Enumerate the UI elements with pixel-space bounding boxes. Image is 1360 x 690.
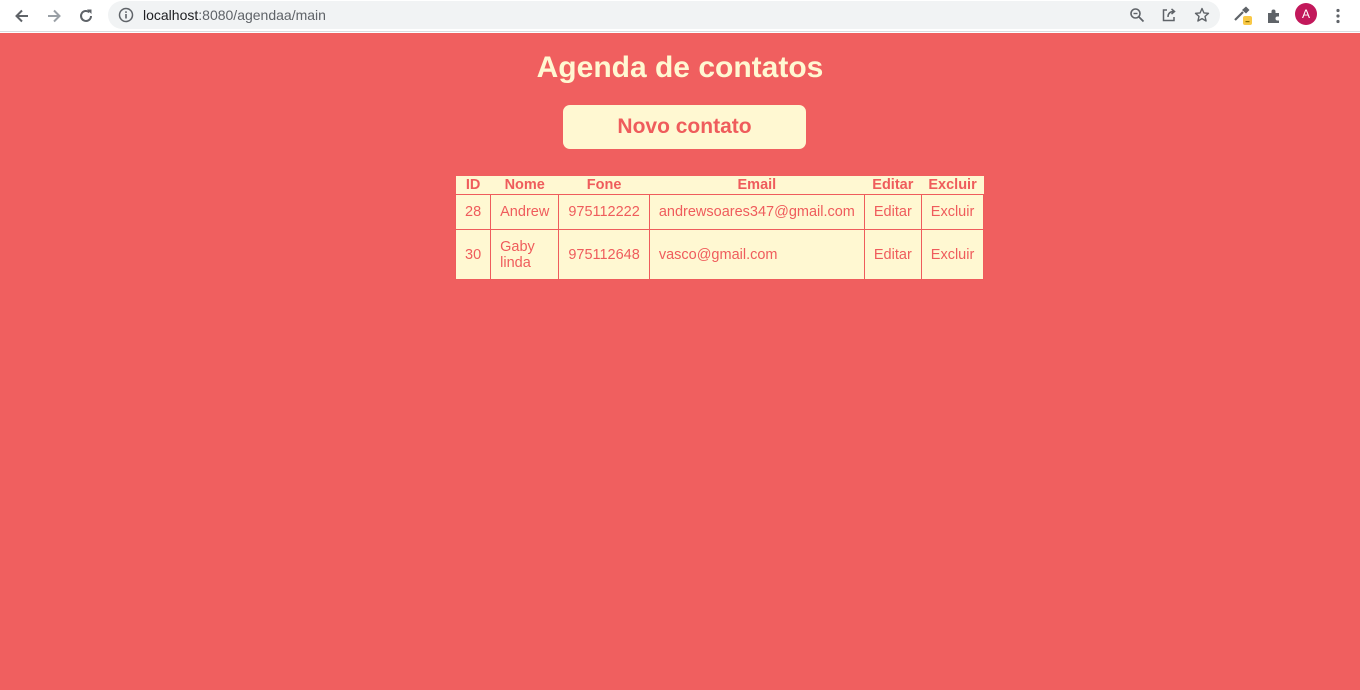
- table-header-row: ID Nome Fone Email Editar Excluir: [455, 176, 984, 195]
- page-body: Agenda de contatos Novo contato ID Nome …: [0, 33, 1360, 690]
- cell-fone: 975112648: [558, 229, 650, 280]
- menu-kebab-icon[interactable]: [1326, 4, 1350, 28]
- page-title: Agenda de contatos: [536, 51, 824, 84]
- share-icon[interactable]: [1159, 5, 1179, 25]
- edit-link[interactable]: Editar: [874, 247, 912, 263]
- header-email: Email: [649, 176, 865, 195]
- new-contact-button[interactable]: Novo contato: [563, 105, 806, 149]
- header-id: ID: [455, 176, 491, 195]
- cell-email: vasco@gmail.com: [648, 229, 865, 280]
- cell-editar: Editar: [863, 194, 922, 230]
- table-row: 30 Gaby linda 975112648 vasco@gmail.com …: [454, 229, 985, 280]
- url-path: :8080/agendaa/main: [198, 7, 326, 23]
- back-icon[interactable]: [10, 4, 34, 28]
- cell-id: 30: [454, 229, 492, 280]
- cell-excluir: Excluir: [920, 194, 985, 230]
- extensions-puzzle-icon[interactable]: [1262, 4, 1286, 28]
- edit-link[interactable]: Editar: [874, 204, 912, 220]
- reload-icon[interactable]: [74, 4, 98, 28]
- header-fone: Fone: [558, 176, 650, 195]
- url-text: localhost:8080/agendaa/main: [143, 7, 326, 23]
- zoom-icon[interactable]: [1127, 5, 1147, 25]
- profile-avatar[interactable]: A: [1295, 3, 1317, 25]
- cell-nome: Gaby linda: [490, 229, 560, 280]
- cell-fone: 975112222: [558, 194, 650, 230]
- cell-excluir: Excluir: [920, 229, 985, 280]
- url-host: localhost: [143, 7, 199, 23]
- cell-editar: Editar: [863, 229, 922, 280]
- header-nome: Nome: [490, 176, 559, 195]
- delete-link[interactable]: Excluir: [931, 204, 975, 220]
- cell-nome: Andrew: [490, 194, 560, 230]
- cell-id: 28: [454, 194, 492, 230]
- info-icon[interactable]: [118, 7, 134, 23]
- star-icon[interactable]: [1192, 5, 1212, 25]
- cell-email: andrewsoares347@gmail.com: [648, 194, 865, 230]
- table-row: 28 Andrew 975112222 andrewsoares347@gmai…: [454, 194, 985, 230]
- browser-toolbar: localhost:8080/agendaa/main A: [0, 0, 1360, 32]
- delete-link[interactable]: Excluir: [931, 247, 975, 263]
- forward-icon[interactable]: [42, 4, 66, 28]
- header-excluir: Excluir: [921, 176, 984, 195]
- header-editar: Editar: [864, 176, 922, 195]
- eyedropper-extension-icon[interactable]: [1231, 4, 1255, 28]
- contacts-table: ID Nome Fone Email Editar Excluir 28 And…: [454, 176, 985, 280]
- address-bar[interactable]: localhost:8080/agendaa/main: [108, 1, 1220, 29]
